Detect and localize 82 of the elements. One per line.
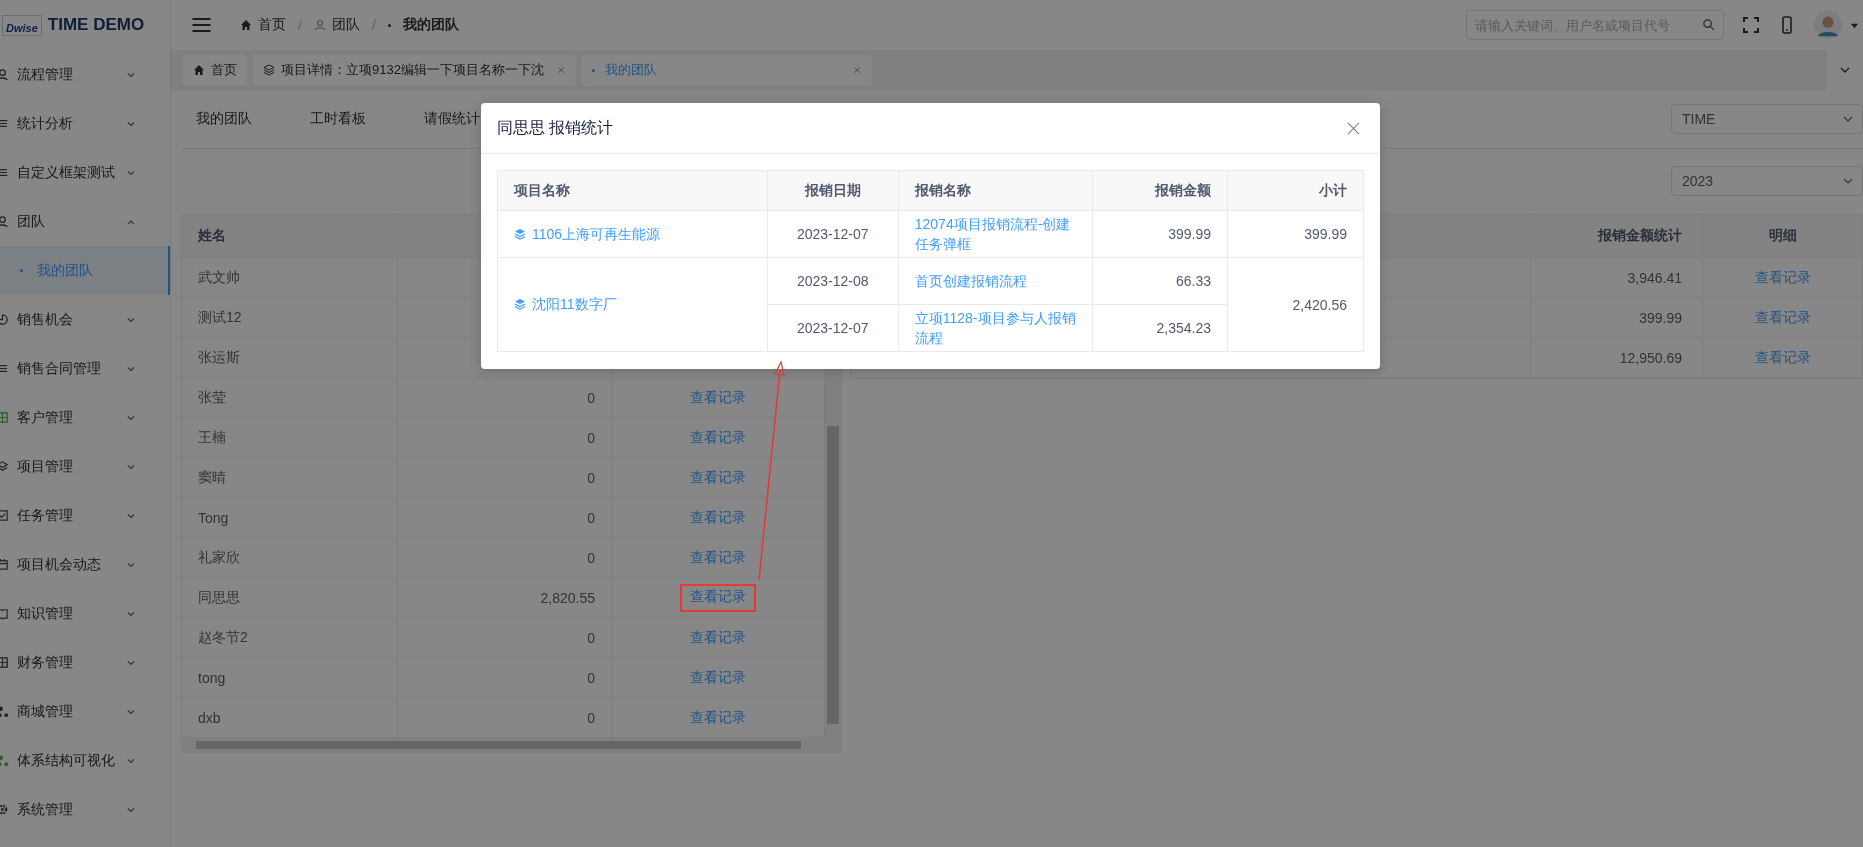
table-cell: 399.99 — [1092, 210, 1228, 258]
column-header: 明细 — [1703, 215, 1863, 257]
column-header: 报销金额 — [1092, 170, 1228, 211]
group-select[interactable]: TIME — [1671, 104, 1863, 134]
table-cell: 0 — [587, 629, 595, 646]
sidebar-item[interactable]: 商城管理 — [0, 687, 170, 736]
subtab[interactable]: 工时看板 — [295, 110, 381, 128]
breadcrumb-item[interactable]: 团队 — [313, 16, 360, 34]
close-icon[interactable] — [851, 65, 862, 75]
sidebar-item[interactable]: 团队 — [0, 197, 170, 246]
column-header: 姓名 — [182, 215, 398, 257]
breadcrumb-item[interactable]: 首页 — [240, 16, 286, 34]
table-cell: 2023-12-07 — [767, 210, 899, 258]
table-cell: 窦晴 — [182, 458, 398, 497]
table-cell: 0 — [587, 549, 595, 566]
table-cell: 张莹 — [182, 378, 398, 417]
table-cell: 66.33 — [1092, 257, 1228, 305]
page-tab[interactable]: 首页 — [183, 54, 247, 86]
table-cell: 2,820.55 — [540, 589, 595, 606]
table-cell: 0 — [587, 389, 595, 406]
sidebar-item[interactable]: 体系结构可视化 — [0, 736, 170, 785]
table-cell: 3,946.41 — [1531, 258, 1703, 297]
year-select[interactable]: 2023 — [1671, 166, 1863, 196]
table-cell: Tong — [182, 498, 398, 537]
layers-icon — [514, 227, 526, 240]
fullscreen-icon[interactable] — [1742, 15, 1760, 35]
avatar-icon[interactable] — [1814, 11, 1842, 39]
column-header: 报销日期 — [767, 170, 899, 211]
layers-icon — [263, 64, 275, 76]
sidebar-item[interactable]: 自定义框架测试 — [0, 148, 170, 197]
sidebar-item[interactable]: 知识管理 — [0, 589, 170, 638]
menu-icon[interactable] — [191, 17, 212, 33]
logo-mark: Dwise — [2, 14, 42, 36]
home-icon — [240, 19, 252, 31]
dialog-title: 同思思 报销统计 — [497, 117, 614, 138]
search-icon — [1702, 18, 1715, 31]
table-cell: 0 — [587, 509, 595, 526]
table-cell: 0 — [587, 709, 595, 726]
sidebar-item[interactable]: 销售机会 — [0, 295, 170, 344]
table-cell: 2023-12-08 — [767, 257, 899, 305]
sidebar-item[interactable]: 客户管理 — [0, 393, 170, 442]
table-cell: dxb — [182, 698, 398, 737]
column-header: 小计 — [1227, 170, 1364, 211]
table-cell: 王楠 — [182, 418, 398, 457]
table-cell: 礼家欣 — [182, 538, 398, 577]
table-cell: 0 — [587, 469, 595, 486]
table-cell: 399.99 — [1227, 210, 1364, 258]
sidebar-item[interactable]: 统计分析 — [0, 99, 170, 148]
home-icon — [193, 64, 205, 76]
sidebar-item[interactable]: 流程管理 — [0, 50, 170, 99]
column-header: 报销名称 — [898, 170, 1093, 211]
table-cell: 12,950.69 — [1531, 338, 1703, 377]
sidebar-item[interactable]: 项目管理 — [0, 442, 170, 491]
sidebar-item[interactable]: 财务管理 — [0, 638, 170, 687]
table-cell: 张运斯 — [182, 338, 398, 377]
app-title: TIME DEMO — [47, 15, 145, 35]
table-cell: 测试12 — [182, 298, 398, 337]
table-cell: 2023-12-07 — [767, 304, 899, 352]
layers-icon — [514, 298, 526, 310]
breadcrumb-separator: / — [371, 17, 376, 33]
table-cell: 赵冬节2 — [182, 618, 398, 657]
sidebar-item[interactable]: 系统管理 — [0, 785, 170, 834]
column-header: 项目名称 — [497, 170, 768, 211]
sidebar-item[interactable]: 项目机会动态 — [0, 540, 170, 589]
breadcrumb-item: 我的团队 — [387, 16, 459, 34]
table-cell: 武文帅 — [182, 258, 398, 297]
close-icon[interactable] — [555, 65, 566, 75]
subtab[interactable]: 我的团队 — [181, 110, 267, 128]
sidebar-item[interactable]: 销售合同管理 — [0, 344, 170, 393]
breadcrumb-separator: / — [298, 17, 302, 33]
sidebar-item[interactable]: 任务管理 — [0, 491, 170, 540]
table-cell: 2,420.56 — [1227, 257, 1364, 352]
close-icon[interactable] — [1347, 121, 1360, 135]
table-cell: 0 — [587, 669, 595, 686]
column-header: 报销金额统计 — [1531, 215, 1703, 257]
table-cell: 399.99 — [1531, 298, 1703, 337]
table-cell: tong — [182, 658, 398, 697]
user-icon — [313, 19, 326, 31]
horizontal-scrollbar[interactable] — [182, 738, 841, 752]
project-link[interactable]: 沈阳11数字厂 — [514, 294, 617, 314]
table-cell: 0 — [587, 429, 595, 446]
table-cell: 同思思 — [182, 578, 398, 617]
